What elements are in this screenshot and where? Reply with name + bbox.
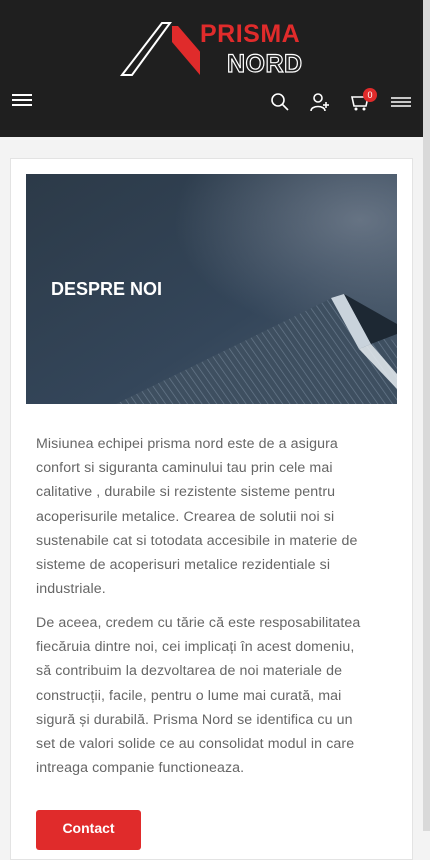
hero-title: DESPRE NOI (51, 279, 163, 299)
prisma-nord-logo[interactable]: PRISMA NORD (120, 20, 310, 80)
contact-button[interactable]: Contact (36, 810, 141, 850)
logo-text-nord: NORD (226, 49, 303, 78)
logo-text-prisma: PRISMA (200, 20, 301, 48)
user-add-icon[interactable] (310, 92, 330, 112)
hamburger-icon[interactable] (390, 92, 412, 112)
search-icon[interactable] (270, 92, 290, 112)
site-header: PRISMA NORD 0 (0, 0, 423, 137)
logo-roof-mark (120, 22, 200, 76)
about-paragraph-2: De aceea, credem cu tărie că este respos… (36, 615, 361, 777)
scrollbar[interactable] (423, 0, 430, 831)
cart-count-badge: 0 (363, 88, 377, 102)
about-paragraph-1: Misiunea echipei prisma nord este de a a… (36, 436, 358, 598)
hero-banner: DESPRE NOI (26, 174, 397, 404)
menu-icon[interactable] (12, 94, 32, 108)
